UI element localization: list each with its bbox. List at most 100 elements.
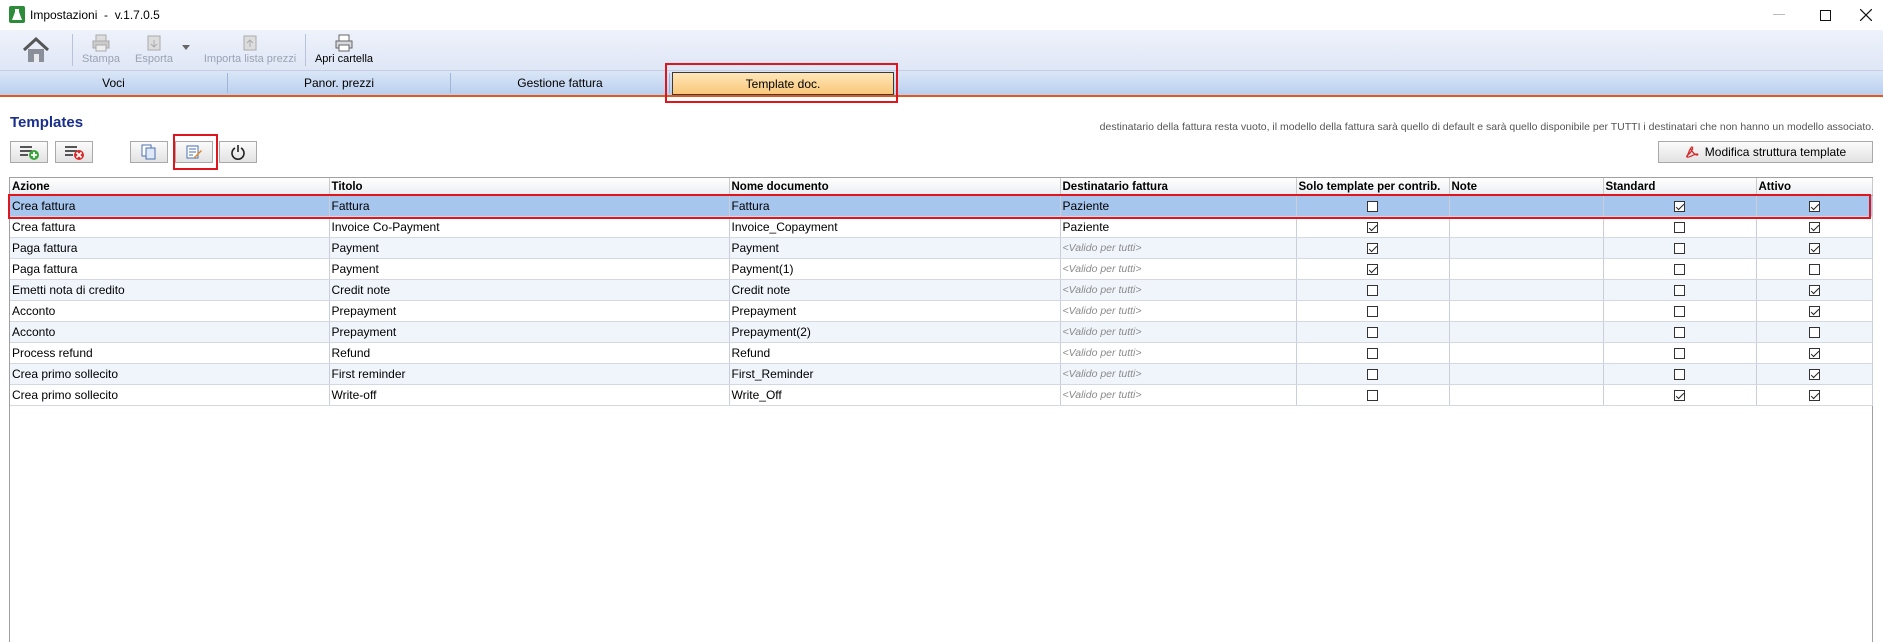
note-cell[interactable]: [1449, 216, 1604, 238]
tab-panor-prezzi[interactable]: Panor. prezzi: [228, 73, 451, 93]
note-cell[interactable]: [1449, 300, 1604, 322]
home-button[interactable]: [18, 32, 54, 68]
destinatario-cell[interactable]: <Valido per tutti>: [1060, 279, 1297, 301]
solo-template-checkbox[interactable]: [1367, 285, 1378, 297]
standard-checkbox[interactable]: [1674, 369, 1685, 381]
attivo-checkbox[interactable]: [1808, 369, 1820, 381]
nome-documento-cell[interactable]: Fattura: [729, 195, 1061, 217]
destinatario-cell[interactable]: <Valido per tutti>: [1060, 384, 1297, 406]
column-header-azione[interactable]: Azione: [10, 178, 330, 196]
note-cell[interactable]: [1449, 237, 1604, 259]
note-cell[interactable]: [1449, 279, 1604, 301]
table-row[interactable]: Paga fattura Payment Payment(1) <Valido per…: [10, 258, 1873, 280]
titolo-cell[interactable]: First reminder: [329, 363, 730, 385]
note-cell[interactable]: [1449, 342, 1604, 364]
nome-documento-cell[interactable]: Prepayment: [729, 300, 1061, 322]
destinatario-cell[interactable]: Paziente: [1060, 195, 1297, 217]
table-row[interactable]: Acconto Prepayment Prepayment(2) <Valido pe…: [10, 321, 1873, 343]
titolo-cell[interactable]: Payment: [329, 237, 730, 259]
destinatario-cell[interactable]: <Valido per tutti>: [1060, 258, 1297, 280]
azione-cell[interactable]: Paga fattura: [10, 258, 330, 280]
table-row[interactable]: Crea fattura Fattura Fattura Paziente: [10, 195, 1873, 217]
open-folder-button[interactable]: Apri cartella: [314, 32, 374, 68]
tab-template-doc[interactable]: Template doc.: [672, 72, 894, 95]
azione-cell[interactable]: Crea primo sollecito: [10, 363, 330, 385]
azione-cell[interactable]: Process refund: [10, 342, 330, 364]
titolo-cell[interactable]: Prepayment: [329, 300, 730, 322]
azione-cell[interactable]: Paga fattura: [10, 237, 330, 259]
nome-documento-cell[interactable]: Prepayment(2): [729, 321, 1061, 343]
solo-template-checkbox[interactable]: [1367, 306, 1378, 318]
column-header-destinatario[interactable]: Destinatario fattura: [1060, 178, 1297, 196]
table-row[interactable]: Crea fattura Invoice Co-Payment Invoice_Co…: [10, 216, 1873, 238]
standard-checkbox[interactable]: [1674, 327, 1685, 339]
titolo-cell[interactable]: Invoice Co-Payment: [329, 216, 730, 238]
standard-checkbox[interactable]: [1674, 348, 1685, 360]
standard-checkbox[interactable]: [1674, 243, 1685, 255]
solo-template-checkbox[interactable]: [1367, 201, 1378, 213]
nome-documento-cell[interactable]: Payment(1): [729, 258, 1061, 280]
standard-checkbox[interactable]: [1674, 264, 1685, 276]
attivo-checkbox[interactable]: [1808, 264, 1820, 276]
table-row[interactable]: Crea primo sollecito Write-off Write_Off <V…: [10, 384, 1873, 406]
attivo-checkbox[interactable]: [1808, 327, 1820, 339]
nome-documento-cell[interactable]: Payment: [729, 237, 1061, 259]
solo-template-checkbox[interactable]: [1367, 348, 1378, 360]
nome-documento-cell[interactable]: Invoice_Copayment: [729, 216, 1061, 238]
export-button[interactable]: Esporta: [130, 32, 178, 68]
azione-cell[interactable]: Crea fattura: [10, 216, 330, 238]
note-cell[interactable]: [1449, 363, 1604, 385]
destinatario-cell[interactable]: <Valido per tutti>: [1060, 342, 1297, 364]
standard-checkbox[interactable]: [1674, 390, 1685, 402]
solo-template-checkbox[interactable]: [1367, 264, 1378, 276]
duplicate-template-button[interactable]: [130, 141, 168, 163]
attivo-checkbox[interactable]: [1808, 285, 1820, 297]
titolo-cell[interactable]: Payment: [329, 258, 730, 280]
attivo-checkbox[interactable]: [1808, 390, 1820, 402]
attivo-checkbox[interactable]: [1808, 222, 1820, 234]
destinatario-cell[interactable]: Paziente: [1060, 216, 1297, 238]
azione-cell[interactable]: Acconto: [10, 300, 330, 322]
standard-checkbox[interactable]: [1674, 285, 1685, 297]
titolo-cell[interactable]: Credit note: [329, 279, 730, 301]
attivo-checkbox[interactable]: [1808, 306, 1820, 318]
solo-template-checkbox[interactable]: [1367, 390, 1378, 402]
column-header-nome-documento[interactable]: Nome documento: [729, 178, 1061, 196]
table-row[interactable]: Emetti nota di credito Credit note Credit …: [10, 279, 1873, 301]
table-row[interactable]: Paga fattura Payment Payment <Valido per tu…: [10, 237, 1873, 259]
table-row[interactable]: Process refund Refund Refund <Valido per tu…: [10, 342, 1873, 364]
attivo-checkbox[interactable]: [1808, 348, 1820, 360]
print-button[interactable]: Stampa: [80, 32, 122, 68]
column-header-titolo[interactable]: Titolo: [329, 178, 730, 196]
solo-template-checkbox[interactable]: [1367, 222, 1378, 234]
destinatario-cell[interactable]: <Valido per tutti>: [1060, 363, 1297, 385]
edit-template-button[interactable]: [175, 141, 213, 163]
nome-documento-cell[interactable]: Refund: [729, 342, 1061, 364]
note-cell[interactable]: [1449, 195, 1604, 217]
standard-checkbox[interactable]: [1674, 222, 1685, 234]
solo-template-checkbox[interactable]: [1367, 243, 1378, 255]
toggle-active-button[interactable]: [219, 141, 257, 163]
solo-template-checkbox[interactable]: [1367, 327, 1378, 339]
close-button[interactable]: [1848, 0, 1883, 30]
azione-cell[interactable]: Crea primo sollecito: [10, 384, 330, 406]
standard-checkbox[interactable]: [1674, 306, 1685, 318]
column-header-note[interactable]: Note: [1449, 178, 1604, 196]
nome-documento-cell[interactable]: Credit note: [729, 279, 1061, 301]
titolo-cell[interactable]: Prepayment: [329, 321, 730, 343]
minimize-button[interactable]: [1756, 0, 1802, 30]
maximize-button[interactable]: [1802, 0, 1848, 30]
azione-cell[interactable]: Emetti nota di credito: [10, 279, 330, 301]
nome-documento-cell[interactable]: Write_Off: [729, 384, 1061, 406]
standard-checkbox[interactable]: [1674, 201, 1685, 213]
table-row[interactable]: Crea primo sollecito First reminder First_…: [10, 363, 1873, 385]
note-cell[interactable]: [1449, 384, 1604, 406]
delete-template-button[interactable]: [55, 141, 93, 163]
table-row[interactable]: Acconto Prepayment Prepayment <Valido per t…: [10, 300, 1873, 322]
attivo-checkbox[interactable]: [1808, 201, 1820, 213]
add-template-button[interactable]: [10, 141, 48, 163]
modify-template-structure-button[interactable]: Modifica struttura template: [1658, 141, 1873, 163]
titolo-cell[interactable]: Fattura: [329, 195, 730, 217]
column-header-solo-template[interactable]: Solo template per contrib.: [1296, 178, 1450, 196]
tab-voci[interactable]: Voci: [0, 73, 228, 93]
